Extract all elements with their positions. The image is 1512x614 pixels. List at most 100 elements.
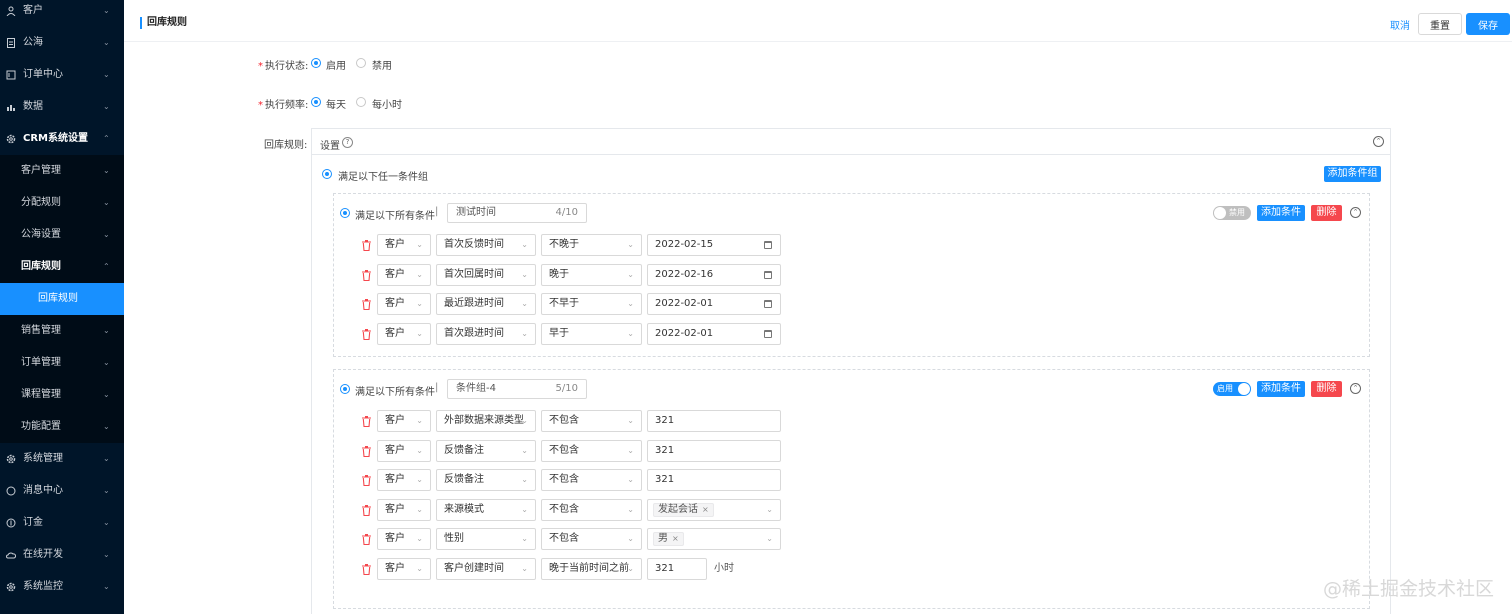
sidebar-item-17[interactable]: 在线开发 ⌄ [0,539,124,571]
sidebar-item-10[interactable]: 销售管理 ⌄ [0,315,124,347]
frequency-daily-label[interactable]: 每天 [326,96,346,111]
field-select[interactable]: 首次跟进时间 ⌄ [436,322,536,345]
add-condition-group-button[interactable]: 添加条件组 [1324,166,1381,182]
reset-button[interactable]: 重置 [1418,13,1462,35]
date-picker[interactable]: 2022-02-01 [647,322,781,345]
delete-condition-icon[interactable] [362,299,371,311]
close-icon[interactable]: × [702,505,709,514]
delete-condition-icon[interactable] [362,328,371,340]
frequency-hourly-radio[interactable] [356,97,366,107]
object-select[interactable]: 客户 ⌄ [377,322,431,345]
operator-select[interactable]: 不晚于 ⌄ [541,234,642,256]
object-select[interactable]: 客户 ⌄ [377,528,431,550]
delete-condition-icon[interactable] [362,475,371,487]
field-select[interactable]: 来源模式 ⌄ [436,498,536,521]
operator-select[interactable]: 早于 ⌄ [541,322,642,345]
sidebar-item-16[interactable]: 订金 ⌄ [0,507,124,539]
sidebar-item-1[interactable]: 公海 ⌄ [0,27,124,59]
value-input[interactable]: 321 [647,439,781,462]
sidebar-item-11[interactable]: 订单管理 ⌄ [0,347,124,379]
group-enable-toggle[interactable]: 启用 [1213,382,1251,396]
object-select[interactable]: 客户 ⌄ [377,293,431,315]
operator-select[interactable]: 不包含 ⌄ [541,410,642,432]
operator-select[interactable]: 不包含 ⌄ [541,498,642,521]
operator-select[interactable]: 晚于 ⌄ [541,263,642,286]
field-select[interactable]: 客户创建时间 ⌄ [436,557,536,580]
sidebar-item-2[interactable]: 订单中心 ⌄ [0,59,124,91]
sidebar-item-0[interactable]: 客户 ⌄ [0,0,124,27]
sidebar-item-15[interactable]: 消息中心 ⌄ [0,475,124,507]
field-select[interactable]: 反馈备注 ⌄ [436,439,536,462]
delete-group-button[interactable]: 删除 [1311,381,1342,397]
cancel-button[interactable]: 取消 [1387,13,1413,35]
delete-condition-icon[interactable] [362,269,371,281]
status-disabled-radio[interactable] [356,58,366,68]
sidebar-item-3[interactable]: 数据 ⌄ [0,91,124,123]
field-select[interactable]: 首次回属时间 ⌄ [436,263,536,286]
status-disabled-label[interactable]: 禁用 [372,57,392,72]
group-enable-toggle[interactable]: 禁用 [1213,206,1251,220]
field-select[interactable]: 反馈备注 ⌄ [436,469,536,491]
status-enabled-label[interactable]: 启用 [326,57,346,72]
sidebar-item-4[interactable]: CRM系统设置 ⌃ [0,123,124,155]
delete-condition-icon[interactable] [362,563,371,575]
value-multiselect[interactable]: 男 × ⌄ [647,528,781,550]
value-input[interactable]: 321 [647,410,781,432]
save-button[interactable]: 保存 [1466,13,1510,35]
frequency-daily-radio[interactable] [311,97,321,107]
sidebar-item-9[interactable]: 回库规则 [0,283,124,315]
value-multiselect[interactable]: 发起会话 × ⌄ [647,498,781,521]
delete-group-button[interactable]: 删除 [1311,205,1342,221]
status-enabled-radio[interactable] [311,58,321,68]
group-collapse-icon[interactable]: ⌃ [1350,207,1361,218]
value-tag[interactable]: 男 × [653,532,684,546]
delete-condition-icon[interactable] [362,504,371,516]
operator-select[interactable]: 不包含 ⌄ [541,469,642,491]
field-select[interactable]: 最近跟进时间 ⌄ [436,293,536,315]
value-tag[interactable]: 发起会话 × [653,502,714,517]
sidebar-item-5[interactable]: 客户管理 ⌄ [0,155,124,187]
sidebar-item-13[interactable]: 功能配置 ⌄ [0,411,124,443]
object-select[interactable]: 客户 ⌄ [377,439,431,462]
group-collapse-icon[interactable]: ⌃ [1350,383,1361,394]
help-icon[interactable]: ? [342,137,353,148]
operator-select[interactable]: 不包含 ⌄ [541,528,642,550]
object-select[interactable]: 客户 ⌄ [377,234,431,256]
field-select[interactable]: 首次反馈时间 ⌄ [436,234,536,256]
sidebar-item-12[interactable]: 课程管理 ⌄ [0,379,124,411]
object-select[interactable]: 客户 ⌄ [377,498,431,521]
date-picker[interactable]: 2022-02-01 [647,293,781,315]
value-input[interactable]: 321 [647,469,781,491]
operator-select[interactable]: 不早于 ⌄ [541,293,642,315]
group-name-input[interactable]: 条件组-4 5/10 [447,379,587,399]
panel-collapse-icon[interactable]: ⌃ [1373,136,1384,147]
date-picker[interactable]: 2022-02-15 [647,234,781,256]
delete-condition-icon[interactable] [362,445,371,457]
sidebar-item-18[interactable]: 系统监控 ⌄ [0,571,124,603]
object-select[interactable]: 客户 ⌄ [377,263,431,286]
object-select[interactable]: 客户 ⌄ [377,469,431,491]
field-select[interactable]: 外部数据来源类型 ⌄ [436,410,536,432]
delete-condition-icon[interactable] [362,416,371,428]
operator-select[interactable]: 晚于当前时间之前 ⌄ [541,557,642,580]
sidebar-item-14[interactable]: 系统管理 ⌄ [0,443,124,475]
date-picker[interactable]: 2022-02-16 [647,263,781,286]
add-condition-button[interactable]: 添加条件 [1257,205,1305,221]
delete-condition-icon[interactable] [362,240,371,252]
group-all-radio[interactable] [340,208,350,218]
sidebar-item-7[interactable]: 公海设置 ⌄ [0,219,124,251]
sidebar-item-8[interactable]: 回库规则 ⌃ [0,251,124,283]
object-select[interactable]: 客户 ⌄ [377,410,431,432]
close-icon[interactable]: × [672,534,679,543]
sidebar-item-6[interactable]: 分配规则 ⌄ [0,187,124,219]
operator-select[interactable]: 不包含 ⌄ [541,439,642,462]
field-select[interactable]: 性别 ⌄ [436,528,536,550]
frequency-hourly-label[interactable]: 每小时 [372,96,402,111]
add-condition-button[interactable]: 添加条件 [1257,381,1305,397]
any-group-radio[interactable] [322,169,332,179]
group-name-input[interactable]: 测试时间 4/10 [447,203,587,223]
number-input[interactable]: 321 [647,557,707,580]
delete-condition-icon[interactable] [362,534,371,546]
object-select[interactable]: 客户 ⌄ [377,557,431,580]
group-all-radio[interactable] [340,384,350,394]
